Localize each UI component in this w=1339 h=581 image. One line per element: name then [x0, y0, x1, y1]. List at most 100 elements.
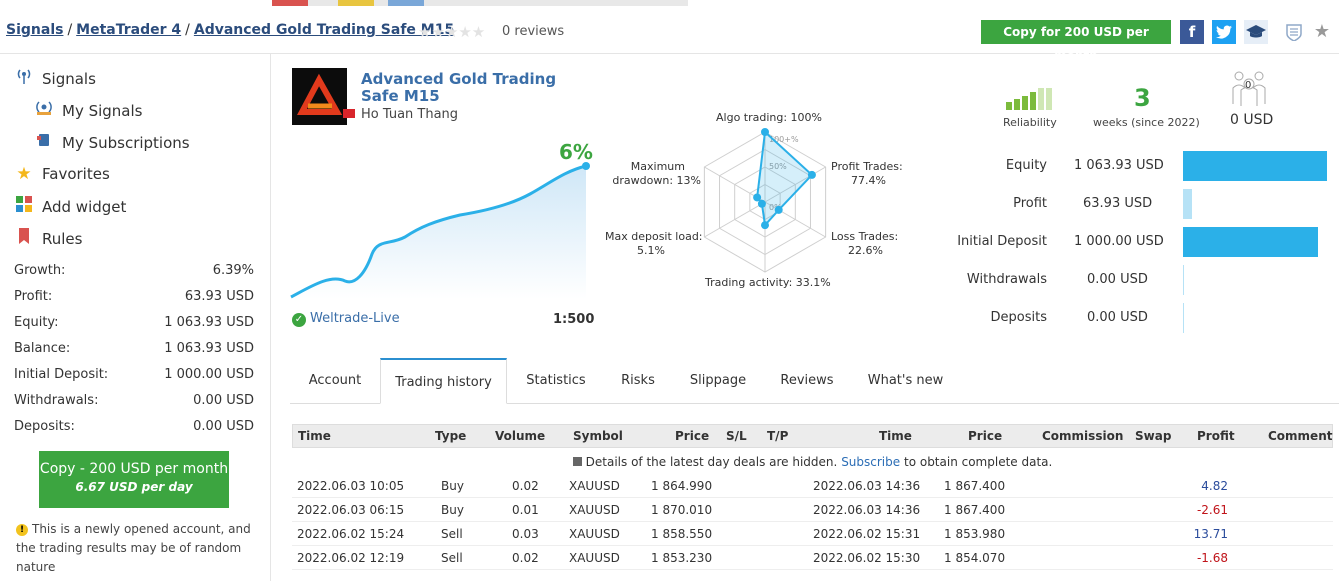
sidebar-item-rules[interactable]: Rules	[14, 228, 82, 248]
leverage-value: 1:500	[553, 312, 595, 327]
tab-account[interactable]: Account	[290, 358, 380, 404]
twitter-icon[interactable]	[1212, 20, 1236, 44]
col-swap[interactable]: Swap	[1135, 429, 1171, 443]
breadcrumb: Signals / MetaTrader 4/Advanced Gold Tradi…	[6, 22, 454, 38]
tab-whats-new[interactable]: What's new	[849, 358, 962, 404]
breadcrumb-signal[interactable]: Advanced Gold Trading Safe M15	[194, 22, 454, 38]
vietnam-flag-icon	[343, 109, 355, 118]
breadcrumb-metatrader[interactable]: MetaTrader 4	[76, 22, 181, 38]
main-content: Advanced Gold Trading Safe M15 Ho Tuan T…	[272, 54, 1339, 581]
radar-label-activity: Trading activity: 33.1%	[705, 276, 831, 289]
signal-author[interactable]: Ho Tuan Thang	[343, 107, 458, 122]
col-commission[interactable]: Commission	[1042, 429, 1123, 443]
radar-label-loss-trades-value: 22.6%	[848, 244, 883, 257]
signal-antenna-icon	[14, 68, 34, 88]
table-row[interactable]: 2022.06.02 12:19 Sell 0.02 XAUUSD 1 853.230 2…	[292, 546, 1333, 570]
col-close-price[interactable]: Price	[968, 429, 1002, 443]
col-comment[interactable]: Comment	[1268, 429, 1332, 443]
table-row[interactable]: 2022.06.02 15:24 Sell 0.03 XAUUSD 1 858.550 2…	[292, 522, 1333, 546]
cell-profit: 13.71	[1193, 527, 1228, 541]
col-price[interactable]: Price	[675, 429, 709, 443]
sidebar-item-signals[interactable]: Signals	[14, 68, 96, 88]
copy-daily-label: 6.67 USD per day	[75, 480, 193, 494]
table-row[interactable]: 2022.06.03 10:05 Buy 0.02 XAUUSD 1 864.990 20…	[292, 474, 1333, 498]
signal-title[interactable]: Advanced Gold Trading Safe M15	[361, 71, 591, 105]
sidebar-item-my-subscriptions[interactable]: My Subscriptions	[34, 132, 190, 152]
tab-trading-history[interactable]: Trading history	[380, 358, 507, 404]
radar-area	[756, 129, 814, 228]
cell-close-time: 2022.06.02 15:30	[813, 551, 921, 565]
cell-profit: -2.61	[1196, 503, 1228, 517]
reliability-bars-icon	[1006, 88, 1052, 110]
stat-withdrawals: Withdrawals: 0.00 USD	[14, 393, 254, 408]
copy-subscribe-button[interactable]: Copy - 200 USD per month 6.67 USD per da…	[39, 451, 229, 508]
sidebar-item-favorites[interactable]: ★ Favorites	[14, 164, 109, 184]
cell-type: Sell	[441, 551, 463, 565]
radar-point	[753, 193, 762, 202]
col-close-time[interactable]: Time	[879, 429, 912, 443]
sidebar-item-my-signals[interactable]: My Signals	[34, 100, 142, 120]
col-volume[interactable]: Volume	[495, 429, 545, 443]
sidebar-item-label: Add widget	[42, 198, 127, 216]
stat-label: Withdrawals:	[14, 393, 99, 408]
subscription-icon	[34, 132, 54, 152]
col-sl[interactable]: S/L	[726, 429, 747, 443]
cell-symbol: XAUUSD	[569, 551, 620, 565]
col-profit[interactable]: Profit	[1197, 429, 1235, 443]
breadcrumb-separator: /	[185, 22, 190, 38]
initial-deposit-value: 1 000.00 USD	[1074, 234, 1164, 249]
cell-price: 1 858.550	[651, 527, 713, 541]
stat-label: Balance:	[14, 341, 71, 356]
tab-reviews[interactable]: Reviews	[765, 358, 849, 404]
col-tp[interactable]: T/P	[767, 429, 788, 443]
copy-price-label: Copy - 200 USD per month	[39, 461, 229, 477]
sidebar-item-label: My Signals	[62, 102, 143, 120]
copy-top-button[interactable]: Copy for 200 USD per month	[981, 20, 1171, 63]
subscribe-link[interactable]: Subscribe	[841, 455, 900, 469]
cell-volume: 0.02	[512, 479, 539, 493]
cell-time: 2022.06.02 15:24	[297, 527, 405, 541]
cell-time: 2022.06.03 10:05	[297, 479, 405, 493]
hidden-deals-notice: Details of the latest day deals are hidd…	[292, 450, 1333, 474]
initial-deposit-bar	[1183, 227, 1318, 257]
risk-radar-chart: 100+%50%0%	[703, 128, 827, 273]
cell-close-time: 2022.06.03 14:36	[813, 503, 921, 517]
col-time[interactable]: Time	[298, 429, 331, 443]
tab-risks[interactable]: Risks	[605, 358, 671, 404]
reviews-count[interactable]: 0 reviews	[502, 24, 564, 39]
star-icon[interactable]: ★	[1310, 20, 1334, 44]
stat-equity: Equity: 1 063.93 USD	[14, 315, 254, 330]
tab-statistics[interactable]: Statistics	[507, 358, 605, 404]
tab-slippage[interactable]: Slippage	[671, 358, 765, 404]
radar-label-drawdown-title: Maximum	[630, 160, 685, 173]
cell-symbol: XAUUSD	[569, 479, 620, 493]
stat-value: 6.39%	[212, 263, 254, 278]
stat-label: Growth:	[14, 263, 66, 278]
radar-label-profit-trades-value: 77.4%	[851, 174, 886, 187]
stat-profit: Profit: 63.93 USD	[14, 289, 254, 304]
sidebar-item-add-widget[interactable]: Add widget	[14, 196, 126, 216]
verified-check-icon: ✓	[292, 313, 306, 327]
graduation-cap-icon[interactable]	[1244, 20, 1268, 44]
rating-stars[interactable]: ★★★★★	[418, 23, 485, 41]
star-icon: ★	[16, 164, 32, 184]
newly-opened-note: ! This is a newly opened account, and the…	[16, 520, 261, 577]
broker-link[interactable]: ✓ Weltrade-Live	[292, 311, 400, 327]
reliability-label: Reliability	[1003, 116, 1057, 129]
table-row[interactable]: 2022.06.03 06:15 Buy 0.01 XAUUSD 1 870.010 20…	[292, 498, 1333, 522]
radar-label-loss-trades-title: Loss Trades:	[831, 230, 899, 243]
stat-label: Equity:	[14, 315, 59, 330]
badge-icon[interactable]	[1282, 20, 1306, 44]
breadcrumb-signals[interactable]: Signals	[6, 22, 63, 38]
broker-name: Weltrade-Live	[310, 311, 400, 326]
cell-close-price: 1 854.070	[944, 551, 1006, 565]
facebook-icon[interactable]: f	[1180, 20, 1204, 44]
stat-value: 1 063.93 USD	[164, 341, 254, 356]
tab-bar: Account Trading history Statistics Risks…	[290, 358, 1339, 404]
cell-time: 2022.06.03 06:15	[297, 503, 405, 517]
col-type[interactable]: Type	[435, 429, 466, 443]
col-symbol[interactable]: Symbol	[573, 429, 623, 443]
growth-chart	[290, 162, 590, 299]
stat-label: Deposits:	[14, 419, 75, 434]
cell-volume: 0.01	[512, 503, 539, 517]
